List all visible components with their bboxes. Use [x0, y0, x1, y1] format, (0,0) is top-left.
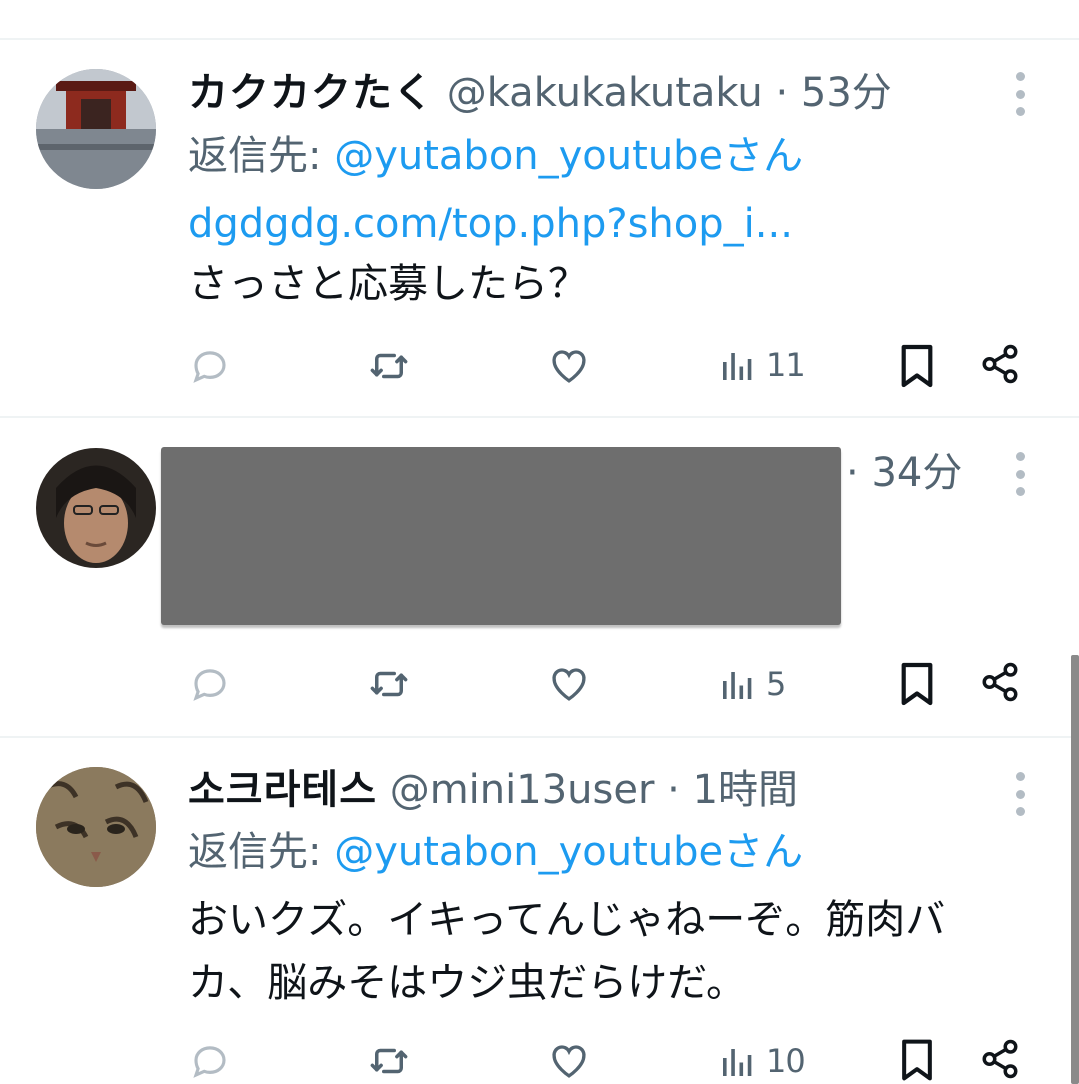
reply-icon — [193, 1046, 226, 1078]
tweet-body-line-1: おいクズ。イキってんじゃねーぞ。筋肉バ — [188, 897, 946, 943]
timestamp[interactable]: 1時間 — [693, 767, 798, 813]
separator-dot: · — [775, 70, 789, 116]
retweet-icon — [370, 1048, 408, 1074]
reply-to-label: 返信先: — [188, 829, 322, 875]
like-icon — [552, 350, 586, 383]
retweet-icon — [370, 671, 408, 697]
like-button[interactable] — [547, 663, 601, 705]
views-count: 10 — [766, 1042, 806, 1080]
separator-dot: · — [846, 450, 859, 496]
tweet-header: 소크라테스 @mini13user · 1時間 — [188, 767, 798, 813]
views-button[interactable]: 11 — [720, 346, 806, 384]
reply-button[interactable] — [189, 1040, 241, 1082]
views-count: 5 — [766, 665, 786, 703]
reply-to-mention[interactable]: @yutabon_youtubeさん — [334, 829, 803, 875]
timestamp[interactable]: 53分 — [801, 70, 892, 116]
tweet-body: さっさと応募したら？ — [188, 261, 588, 307]
retweet-button[interactable] — [366, 345, 422, 387]
timestamp[interactable]: 34分 — [871, 450, 962, 496]
scrollbar[interactable] — [1071, 655, 1079, 1084]
retweet-button[interactable] — [366, 663, 422, 705]
bookmark-button[interactable] — [898, 661, 936, 707]
views-button[interactable]: 10 — [720, 1042, 806, 1080]
share-icon — [982, 1039, 1018, 1079]
views-button[interactable]: 5 — [720, 665, 786, 703]
views-icon — [723, 672, 752, 699]
tweet-body-line-2: カ、脳みそはウジ虫だらけだ。 — [188, 960, 746, 1006]
avatar[interactable] — [36, 767, 156, 887]
more-icon[interactable] — [1010, 72, 1030, 116]
like-icon — [552, 1045, 586, 1078]
reply-to-line: 返信先: @yutabon_youtubeさん — [188, 132, 803, 180]
avatar[interactable] — [36, 448, 156, 568]
share-icon — [982, 344, 1018, 384]
reply-button[interactable] — [189, 663, 241, 705]
bookmark-button[interactable] — [898, 1038, 936, 1082]
like-icon — [552, 668, 586, 701]
retweet-icon — [370, 353, 408, 379]
more-icon[interactable] — [1010, 772, 1030, 816]
views-count: 11 — [766, 346, 806, 384]
display-name[interactable]: カクカクたく — [188, 70, 434, 116]
user-handle[interactable]: @kakukakutaku — [447, 70, 763, 116]
retweet-button[interactable] — [366, 1040, 422, 1082]
divider — [0, 736, 1079, 738]
reply-to-mention[interactable]: @yutabon_youtubeさん — [334, 133, 803, 179]
like-button[interactable] — [547, 1040, 601, 1082]
reply-to-line: 返信先: @yutabon_youtubeさん — [188, 828, 803, 876]
bookmark-icon — [902, 1039, 932, 1081]
redacted-block — [161, 447, 841, 625]
divider — [0, 416, 1079, 418]
share-button[interactable] — [979, 343, 1021, 385]
reply-icon — [193, 669, 226, 701]
share-icon — [982, 662, 1018, 702]
reply-icon — [193, 351, 226, 383]
display-name[interactable]: 소크라테스 — [188, 767, 377, 813]
share-button[interactable] — [979, 1038, 1021, 1080]
bookmark-button[interactable] — [898, 343, 936, 389]
tweet-header: · 34分 — [846, 450, 962, 496]
like-button[interactable] — [547, 345, 601, 387]
avatar[interactable] — [36, 69, 156, 189]
share-button[interactable] — [979, 661, 1021, 703]
views-icon — [723, 353, 752, 380]
more-icon[interactable] — [1010, 452, 1030, 496]
bookmark-icon — [901, 662, 933, 706]
bookmark-icon — [901, 344, 933, 388]
divider — [0, 38, 1079, 40]
tweet-link[interactable]: dgdgdg.com/top.php?shop_i... — [188, 200, 793, 248]
reply-button[interactable] — [189, 345, 241, 387]
user-handle[interactable]: @mini13user — [390, 767, 655, 813]
views-icon — [723, 1049, 752, 1076]
tweet-header: カクカクたく @kakukakutaku · 53分 — [188, 70, 892, 116]
reply-to-label: 返信先: — [188, 133, 322, 179]
separator-dot: · — [667, 767, 680, 813]
